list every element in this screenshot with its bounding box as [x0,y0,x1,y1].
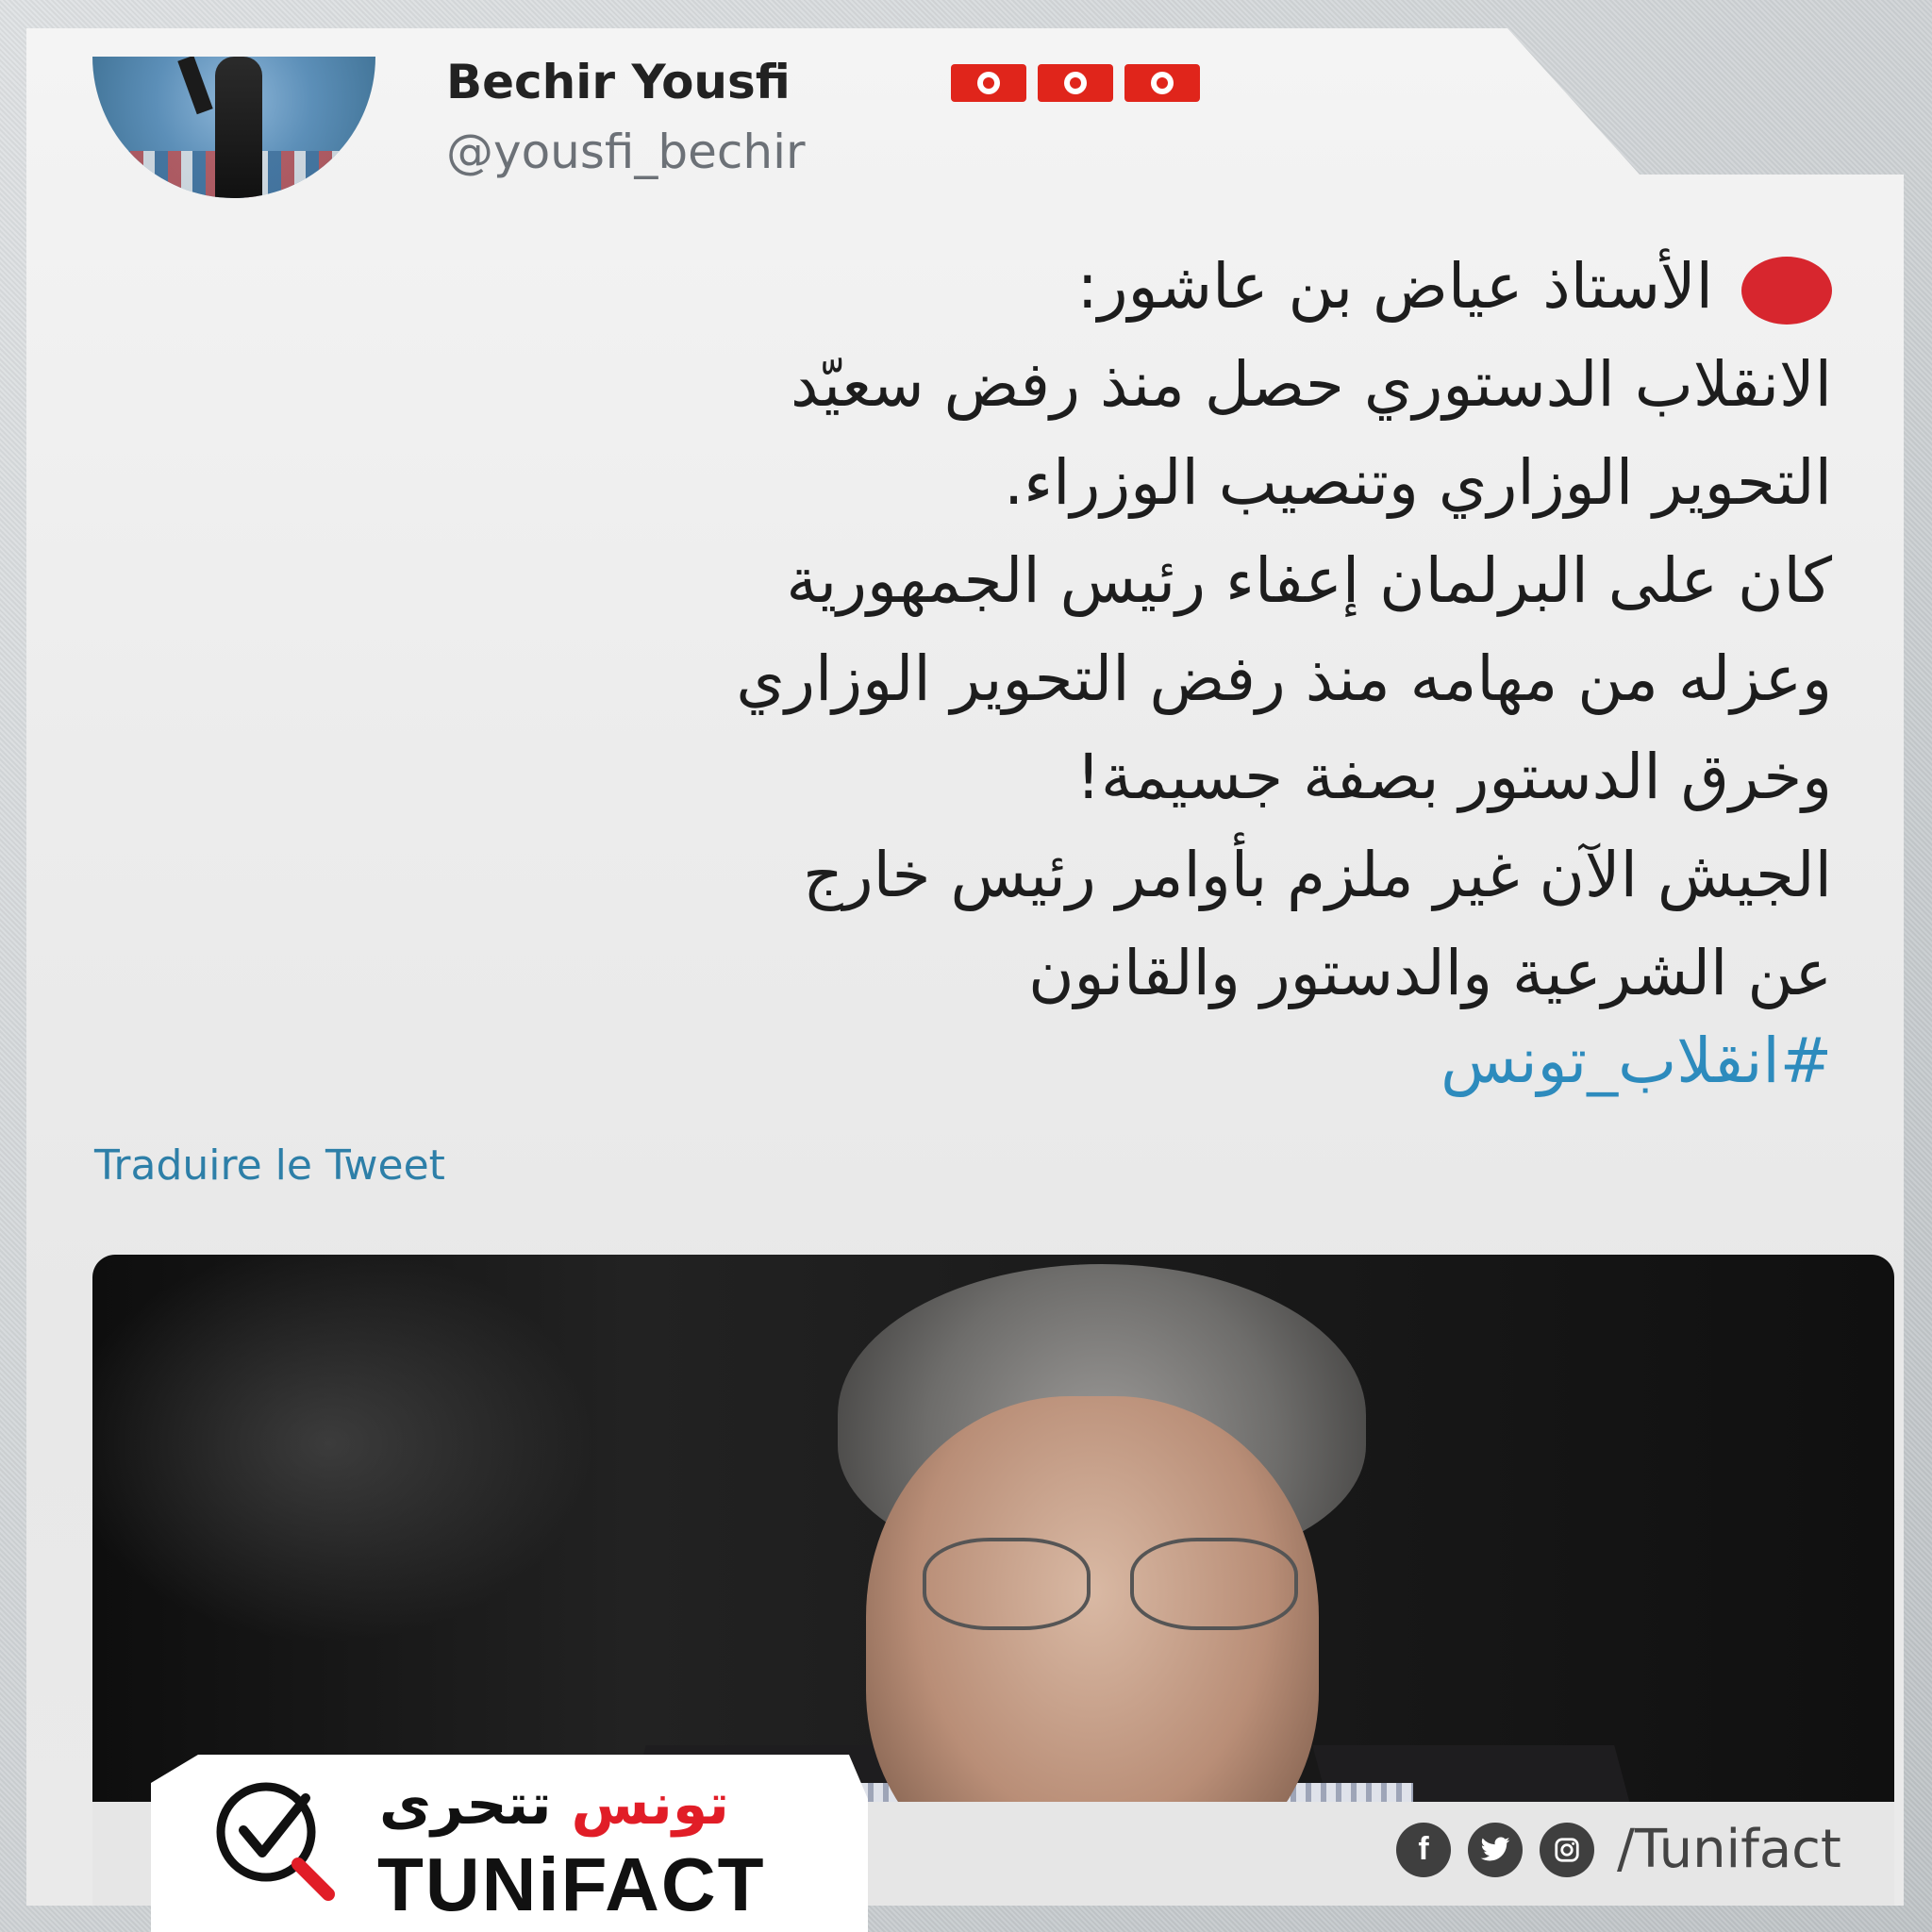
tunisia-flag-icon [951,64,1026,102]
tweet-line-5: وعزله من مهامه منذ رفض التحوير الوزاري [736,642,1832,715]
brand-arabic-red: تونس [571,1772,729,1838]
social-handles: f /Tunifact [1396,1819,1841,1880]
tunifact-banner: تونس تتحرى TUNiFACT [151,1755,868,1932]
tunisia-flag-icon [1038,64,1113,102]
tweet-line-6: وخرق الدستور بصفة جسيمة! [1075,741,1832,813]
tweet-line-4: كان على البرلمان إعفاء رئيس الجمهورية [786,544,1832,617]
avatar-arm [177,57,213,115]
tunisia-flag-icon [1124,64,1200,102]
twitter-icon[interactable] [1468,1822,1523,1877]
tweet-line-3: التحوير الوزاري وتنصيب الوزراء. [1004,446,1832,519]
brand-social-handle[interactable]: /Tunifact [1617,1819,1841,1880]
tweet-line-8: عن الشرعية والدستور والقانون [1028,937,1832,1009]
tweet-body: الأستاذ عياض بن عاشور: الانقلاب الدستوري… [58,238,1832,1023]
tweet-line-2: الانقلاب الدستوري حصل منذ رفض سعيّد [791,348,1832,421]
hashtag-link[interactable]: #انقلاب_تونس [1441,1024,1832,1097]
brand-logo-text: TUNiFACT [377,1842,766,1926]
tweet-card: Bechir Yousfi @yousfi_bechir الأستاذ عيا… [26,28,1904,1906]
avatar[interactable] [92,57,375,198]
tweet-line-1-text: الأستاذ عياض بن عاشور: [1076,250,1713,323]
red-circle-icon [1741,256,1832,325]
brand-arabic-black: تتحرى [379,1772,552,1838]
instagram-icon[interactable] [1540,1822,1594,1877]
author-handle[interactable]: @yousfi_bechir [446,125,806,179]
glasses-lens-right [1130,1538,1298,1630]
brand-arabic-name: تونس تتحرى [379,1772,729,1838]
flag-emojis [951,64,1200,102]
photo-glasses [923,1538,1319,1630]
magnifier-check-icon [216,1782,335,1901]
translate-tweet-link[interactable]: Traduire le Tweet [94,1141,445,1190]
glasses-lens-left [923,1538,1091,1630]
tweet-line-7: الجيش الآن غير ملزم بأوامر رئيس خارج [803,839,1832,911]
author-name[interactable]: Bechir Yousfi [446,55,791,109]
avatar-person [215,57,262,198]
facebook-icon[interactable]: f [1396,1822,1451,1877]
tweet-line-1: الأستاذ عياض بن عاشور: [58,238,1832,336]
